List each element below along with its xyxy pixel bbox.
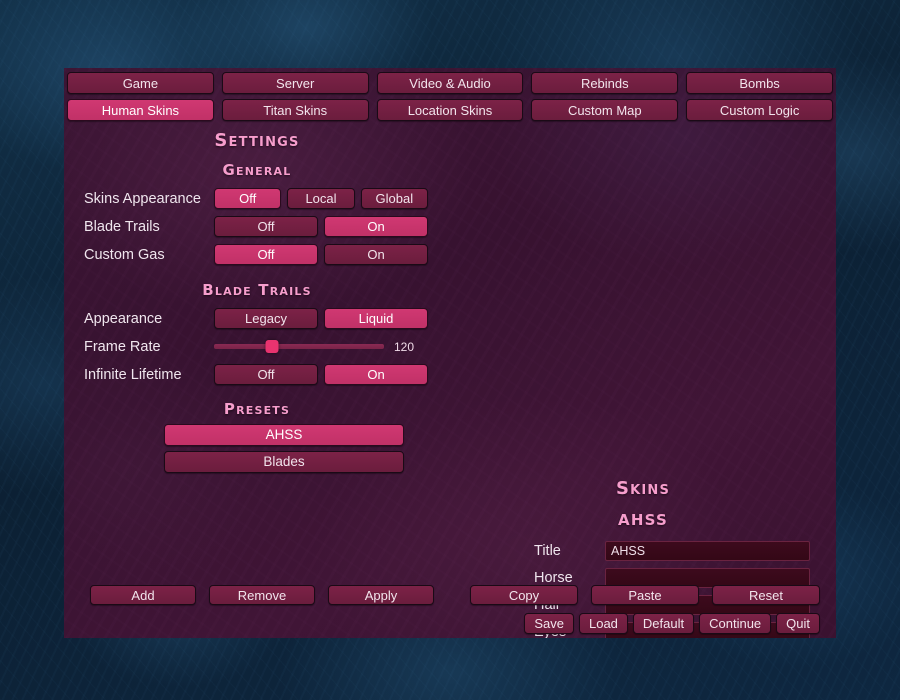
tab-custom-map[interactable]: Custom Map — [531, 99, 678, 121]
option-appearance-liquid[interactable]: Liquid — [324, 308, 428, 329]
segmented-control-blade-trails: Off On — [214, 216, 450, 237]
segmented-control-appearance: Legacy Liquid — [214, 308, 450, 329]
button-remove[interactable]: Remove — [209, 585, 315, 605]
setting-label-appearance: Appearance — [64, 311, 214, 327]
button-continue[interactable]: Continue — [699, 613, 771, 634]
skin-field-row-title: TitleAHSS — [450, 537, 836, 564]
tab-custom-logic[interactable]: Custom Logic — [686, 99, 833, 121]
settings-column: Settings General Skins AppearanceOffLoca… — [64, 130, 450, 473]
setting-label-infinite-lifetime: Infinite Lifetime — [64, 367, 214, 383]
setting-row-skins-appearance: Skins AppearanceOff Local Global — [64, 185, 450, 212]
setting-row-infinite-lifetime: Infinite Lifetime Off On — [64, 361, 450, 388]
option-blade-trails-on[interactable]: On — [324, 216, 428, 237]
button-save[interactable]: Save — [524, 613, 574, 634]
settings-panel: Game Server Video & Audio Rebinds Bombs Huma… — [64, 68, 836, 638]
preset-list: AHSS Blades — [64, 424, 450, 473]
preset-ahss[interactable]: AHSS — [164, 424, 404, 446]
tab-video-audio[interactable]: Video & Audio — [377, 72, 524, 94]
segmented-control-skins-appearance: Off Local Global — [214, 188, 450, 209]
preset-blades[interactable]: Blades — [164, 451, 404, 473]
settings-title: Settings — [64, 130, 450, 151]
tab-server[interactable]: Server — [222, 72, 369, 94]
slider-track — [214, 344, 384, 349]
skins-subtitle: AHSS — [450, 511, 836, 529]
tab-row-secondary: Human Skins Titan Skins Location Skins Cust… — [64, 99, 836, 121]
segmented-control-infinite-lifetime: Off On — [214, 364, 450, 385]
frame-rate-slider[interactable] — [214, 338, 384, 356]
option-skins-appearance-global[interactable]: Global — [361, 188, 428, 209]
button-load[interactable]: Load — [579, 613, 628, 634]
button-apply[interactable]: Apply — [328, 585, 434, 605]
option-infinite-lifetime-off[interactable]: Off — [214, 364, 318, 385]
presets-section-title: Presets — [64, 400, 450, 418]
setting-label-blade-trails: Blade Trails — [64, 219, 214, 235]
general-settings-list: Skins AppearanceOffLocalGlobalBlade Trai… — [64, 185, 450, 268]
skin-field-label-title: Title — [450, 543, 605, 559]
skins-title: Skins — [450, 478, 836, 499]
button-add[interactable]: Add — [90, 585, 196, 605]
frame-rate-control: 120 — [214, 338, 450, 356]
frame-rate-value: 120 — [394, 340, 428, 354]
tab-human-skins[interactable]: Human Skins — [67, 99, 214, 121]
setting-label-custom-gas: Custom Gas — [64, 247, 214, 263]
setting-row-blade-trails: Blade TrailsOff On — [64, 213, 450, 240]
setting-label-frame-rate: Frame Rate — [64, 339, 214, 355]
option-blade-trails-off[interactable]: Off — [214, 216, 318, 237]
button-paste[interactable]: Paste — [591, 585, 699, 605]
global-actions: SaveLoadDefaultContinueQuit — [534, 613, 820, 634]
tab-bar: Game Server Video & Audio Rebinds Bombs Huma… — [64, 68, 836, 126]
segmented-control-custom-gas: Off On — [214, 244, 450, 265]
tab-row-primary: Game Server Video & Audio Rebinds Bombs — [64, 68, 836, 94]
skin-field-input-title[interactable]: AHSS — [605, 541, 810, 561]
setting-row-appearance: Appearance Legacy Liquid — [64, 305, 450, 332]
button-reset[interactable]: Reset — [712, 585, 820, 605]
preset-actions: Add Remove Apply — [90, 585, 434, 605]
tab-titan-skins[interactable]: Titan Skins — [222, 99, 369, 121]
option-custom-gas-off[interactable]: Off — [214, 244, 318, 265]
option-infinite-lifetime-on[interactable]: On — [324, 364, 428, 385]
blade-trails-section-title: Blade Trails — [64, 281, 450, 299]
general-section-title: General — [64, 161, 450, 179]
skin-field-label-horse: Horse — [450, 570, 605, 586]
setting-label-skins-appearance: Skins Appearance — [64, 191, 214, 207]
slider-thumb[interactable] — [265, 340, 278, 353]
setting-row-frame-rate: Frame Rate 120 — [64, 333, 450, 360]
tab-game[interactable]: Game — [67, 72, 214, 94]
tab-location-skins[interactable]: Location Skins — [377, 99, 524, 121]
tab-rebinds[interactable]: Rebinds — [531, 72, 678, 94]
setting-row-custom-gas: Custom GasOff On — [64, 241, 450, 268]
button-copy[interactable]: Copy — [470, 585, 578, 605]
option-appearance-legacy[interactable]: Legacy — [214, 308, 318, 329]
tab-bombs[interactable]: Bombs — [686, 72, 833, 94]
skin-actions: Copy Paste Reset — [470, 585, 820, 605]
option-skins-appearance-local[interactable]: Local — [287, 188, 354, 209]
button-default[interactable]: Default — [633, 613, 694, 634]
option-skins-appearance-off[interactable]: Off — [214, 188, 281, 209]
button-quit[interactable]: Quit — [776, 613, 820, 634]
option-custom-gas-on[interactable]: On — [324, 244, 428, 265]
